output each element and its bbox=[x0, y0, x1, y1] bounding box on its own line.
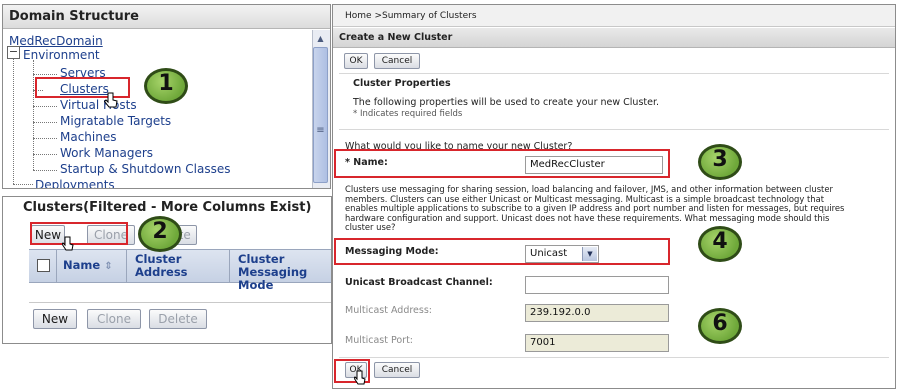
tree-guide bbox=[33, 170, 57, 171]
step-badge-3: 3 bbox=[698, 144, 742, 180]
tree-guide bbox=[33, 74, 57, 75]
sort-icon[interactable]: ⇕ bbox=[104, 261, 112, 272]
cancel-button-top[interactable]: Cancel bbox=[374, 53, 420, 69]
column-name[interactable]: Name ⇕ bbox=[57, 250, 127, 282]
unicast-channel-input[interactable] bbox=[525, 276, 669, 294]
tree-guide bbox=[33, 106, 57, 107]
tree-item-work-managers[interactable]: Work Managers bbox=[60, 146, 153, 161]
scrollbar-thumb[interactable] bbox=[313, 47, 328, 183]
divider bbox=[339, 357, 889, 358]
tree-guide bbox=[13, 50, 14, 184]
tree-guide bbox=[33, 138, 57, 139]
domain-tree: MedRecDomain − Environment Servers Clust… bbox=[3, 30, 311, 188]
multicast-address-input[interactable]: 239.192.0.0 bbox=[525, 304, 669, 322]
step-badge-6: 6 bbox=[698, 308, 742, 344]
tree-item-medrecdomain[interactable]: MedRecDomain bbox=[9, 34, 103, 49]
tree-guide bbox=[33, 122, 57, 123]
tree-item-startup-shutdown-classes[interactable]: Startup & Shutdown Classes bbox=[60, 162, 230, 177]
section-title: Cluster Properties bbox=[353, 78, 451, 89]
multicast-port-label: Multicast Port: bbox=[345, 335, 413, 346]
clusters-table-header: Name ⇕ Cluster Address Cluster Messaging… bbox=[29, 249, 331, 292]
scroll-grip-icon: ≡ bbox=[316, 125, 325, 136]
page-title: Create a New Cluster bbox=[333, 28, 895, 48]
highlight-new-button bbox=[30, 222, 128, 245]
select-all-column bbox=[29, 250, 57, 282]
clone-cluster-button-bottom[interactable]: Clone bbox=[87, 309, 141, 329]
cancel-button-bottom[interactable]: Cancel bbox=[374, 362, 420, 378]
collapse-icon[interactable]: − bbox=[7, 46, 20, 59]
step-badge-1: 1 bbox=[144, 68, 188, 104]
highlight-messaging-mode bbox=[334, 238, 670, 265]
select-all-checkbox[interactable] bbox=[37, 259, 50, 272]
step-badge-4: 4 bbox=[698, 226, 742, 262]
multicast-address-label: Multicast Address: bbox=[345, 305, 432, 316]
clusters-table-title: Clusters(Filtered - More Columns Exist) bbox=[23, 200, 312, 215]
column-cluster-address-label: Cluster Address bbox=[135, 252, 188, 279]
tree-item-machines[interactable]: Machines bbox=[60, 130, 116, 145]
divider bbox=[339, 73, 889, 74]
table-row bbox=[29, 282, 331, 303]
tree-item-deployments[interactable]: Deployments bbox=[35, 178, 115, 188]
step-badge-2: 2 bbox=[138, 216, 182, 252]
delete-cluster-button-bottom[interactable]: Delete bbox=[149, 309, 207, 329]
hand-cursor-icon bbox=[104, 92, 118, 108]
hand-cursor-icon bbox=[354, 370, 366, 385]
domain-structure-title: Domain Structure bbox=[3, 5, 330, 29]
hand-cursor-icon bbox=[62, 236, 74, 251]
new-cluster-button-bottom[interactable]: New bbox=[33, 309, 77, 329]
column-cluster-messaging-mode[interactable]: Cluster Messaging Mode bbox=[230, 250, 331, 292]
create-cluster-panel: Home >Summary of Clusters Create a New C… bbox=[332, 4, 896, 389]
tree-item-virtual-hosts[interactable]: Virtual Hosts bbox=[60, 98, 137, 113]
tree-item-environment[interactable]: Environment bbox=[23, 48, 100, 63]
ok-button-top[interactable]: OK bbox=[344, 53, 368, 69]
multicast-port-input[interactable]: 7001 bbox=[525, 334, 669, 352]
intro-text: The following properties will be used to… bbox=[353, 97, 660, 108]
scroll-up-icon[interactable]: ▲ bbox=[313, 31, 328, 46]
column-name-label: Name bbox=[63, 258, 101, 272]
highlight-name-field bbox=[334, 149, 670, 178]
divider bbox=[339, 129, 889, 130]
unicast-channel-label: Unicast Broadcast Channel: bbox=[345, 277, 493, 288]
tree-guide bbox=[13, 184, 33, 185]
tree-guide bbox=[33, 154, 57, 155]
breadcrumb[interactable]: Home >Summary of Clusters bbox=[333, 5, 895, 27]
required-note: * Indicates required fields bbox=[353, 109, 463, 119]
tree-item-migratable-targets[interactable]: Migratable Targets bbox=[60, 114, 171, 129]
column-cluster-address[interactable]: Cluster Address bbox=[127, 250, 230, 282]
messaging-description: Clusters use messaging for sharing sessi… bbox=[345, 184, 845, 232]
